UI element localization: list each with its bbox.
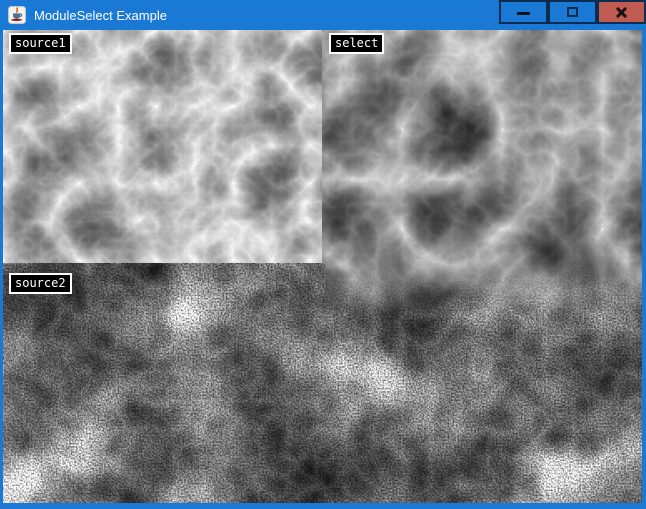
java-coffee-icon[interactable] xyxy=(8,6,26,24)
app-window: ModuleSelect Example xyxy=(0,0,646,509)
close-icon xyxy=(615,6,628,19)
noise-canvas xyxy=(3,30,642,503)
minimize-icon xyxy=(517,12,530,15)
maximize-button[interactable] xyxy=(548,0,597,24)
label-source2: source2 xyxy=(9,273,72,294)
render-viewport: source1 select source2 xyxy=(3,30,642,503)
source2-texture xyxy=(3,263,642,503)
window-controls xyxy=(499,0,646,24)
label-select: select xyxy=(329,33,384,54)
titlebar[interactable]: ModuleSelect Example xyxy=(3,0,642,30)
minimize-button[interactable] xyxy=(499,0,548,24)
close-button[interactable] xyxy=(597,0,646,24)
label-source1: source1 xyxy=(9,33,72,54)
source1-texture xyxy=(3,30,322,263)
window-title: ModuleSelect Example xyxy=(34,8,167,23)
maximize-icon xyxy=(567,7,578,17)
